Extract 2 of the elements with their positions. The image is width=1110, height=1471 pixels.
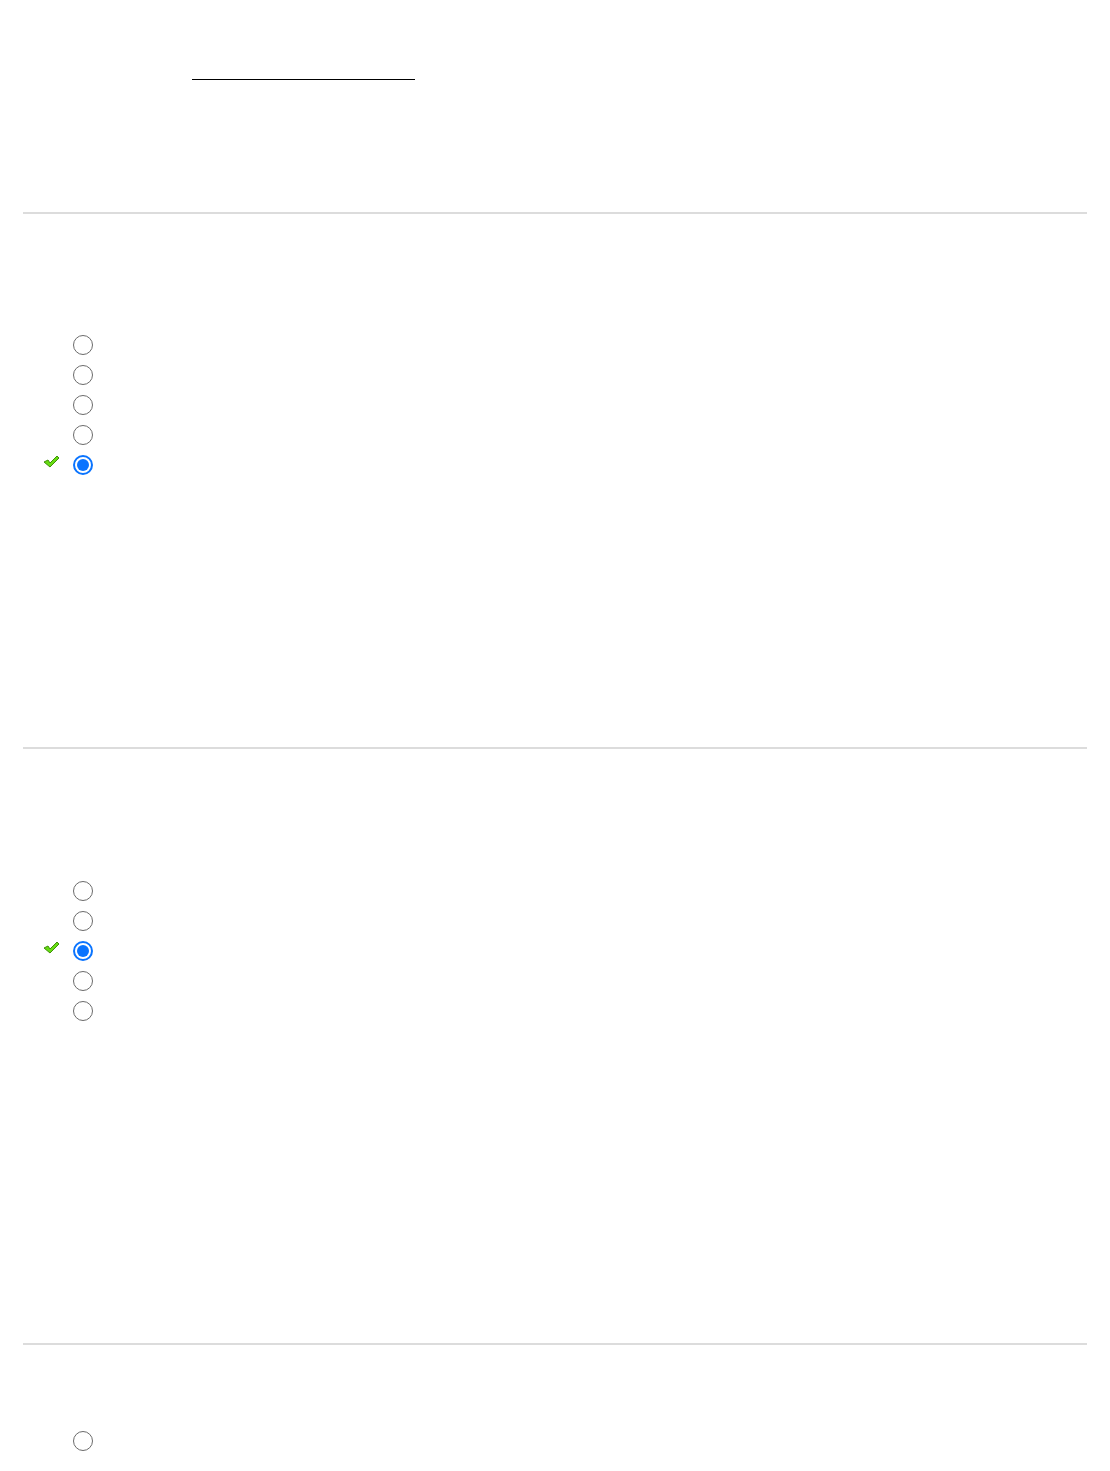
radio-button[interactable]	[73, 455, 93, 475]
radio-button[interactable]	[73, 941, 93, 961]
